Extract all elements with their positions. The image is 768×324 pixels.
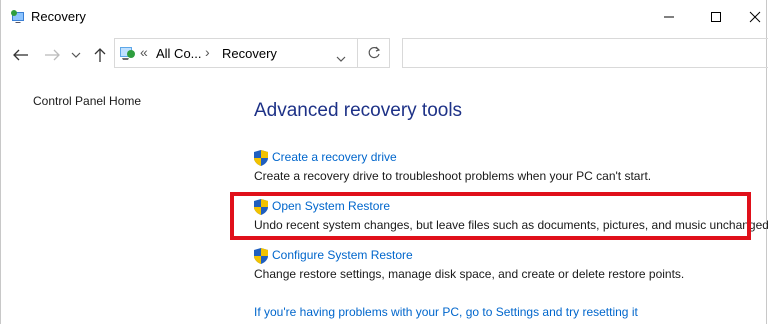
reset-pc-settings-link[interactable]: If you're having problems with your PC, … [254, 305, 638, 319]
up-button[interactable] [89, 43, 111, 67]
refresh-button[interactable] [358, 38, 390, 68]
arrow-right-icon [45, 49, 60, 61]
recovery-window: Recovery « All Co... › Recovery Control … [0, 0, 768, 324]
arrow-up-icon [94, 48, 106, 62]
page-title: Advanced recovery tools [254, 100, 463, 121]
close-button[interactable] [740, 0, 768, 34]
refresh-icon [368, 46, 380, 59]
window-title: Recovery [31, 9, 86, 24]
forward-button[interactable] [41, 43, 63, 67]
create-recovery-drive-description: Create a recovery drive to troubleshoot … [254, 169, 652, 183]
configure-system-restore-description: Change restore settings, manage disk spa… [254, 267, 685, 281]
maximize-button[interactable] [693, 0, 739, 34]
arrow-left-icon [13, 49, 28, 61]
address-bar[interactable]: « All Co... › Recovery [114, 38, 358, 68]
recent-locations-button[interactable] [68, 43, 84, 67]
create-recovery-drive-link[interactable]: Create a recovery drive [272, 150, 397, 164]
configure-system-restore-link[interactable]: Configure System Restore [272, 248, 413, 262]
breadcrumb-recovery[interactable]: Recovery [222, 46, 277, 61]
address-dropdown-button[interactable] [336, 49, 346, 67]
uac-shield-icon [254, 150, 268, 166]
navigation-bar: « All Co... › Recovery [1, 34, 768, 76]
highlight-box [230, 192, 751, 240]
control-panel-icon [119, 45, 137, 61]
breadcrumb-all-control-panel[interactable]: All Co... [156, 46, 202, 61]
back-button[interactable] [10, 43, 32, 67]
minimize-icon [664, 16, 674, 18]
title-bar: Recovery [1, 0, 768, 34]
chevron-down-icon [336, 56, 346, 62]
minimize-button[interactable] [646, 0, 692, 34]
chevron-down-icon [71, 52, 81, 58]
uac-shield-icon [254, 248, 268, 264]
breadcrumb-overflow-icon[interactable]: « [140, 44, 148, 60]
breadcrumb-separator-icon[interactable]: › [205, 44, 210, 60]
recovery-app-icon [10, 9, 26, 25]
close-icon [749, 11, 760, 23]
sidebar-item-control-panel-home[interactable]: Control Panel Home [33, 94, 141, 108]
maximize-icon [711, 12, 721, 22]
search-input[interactable] [402, 38, 768, 68]
